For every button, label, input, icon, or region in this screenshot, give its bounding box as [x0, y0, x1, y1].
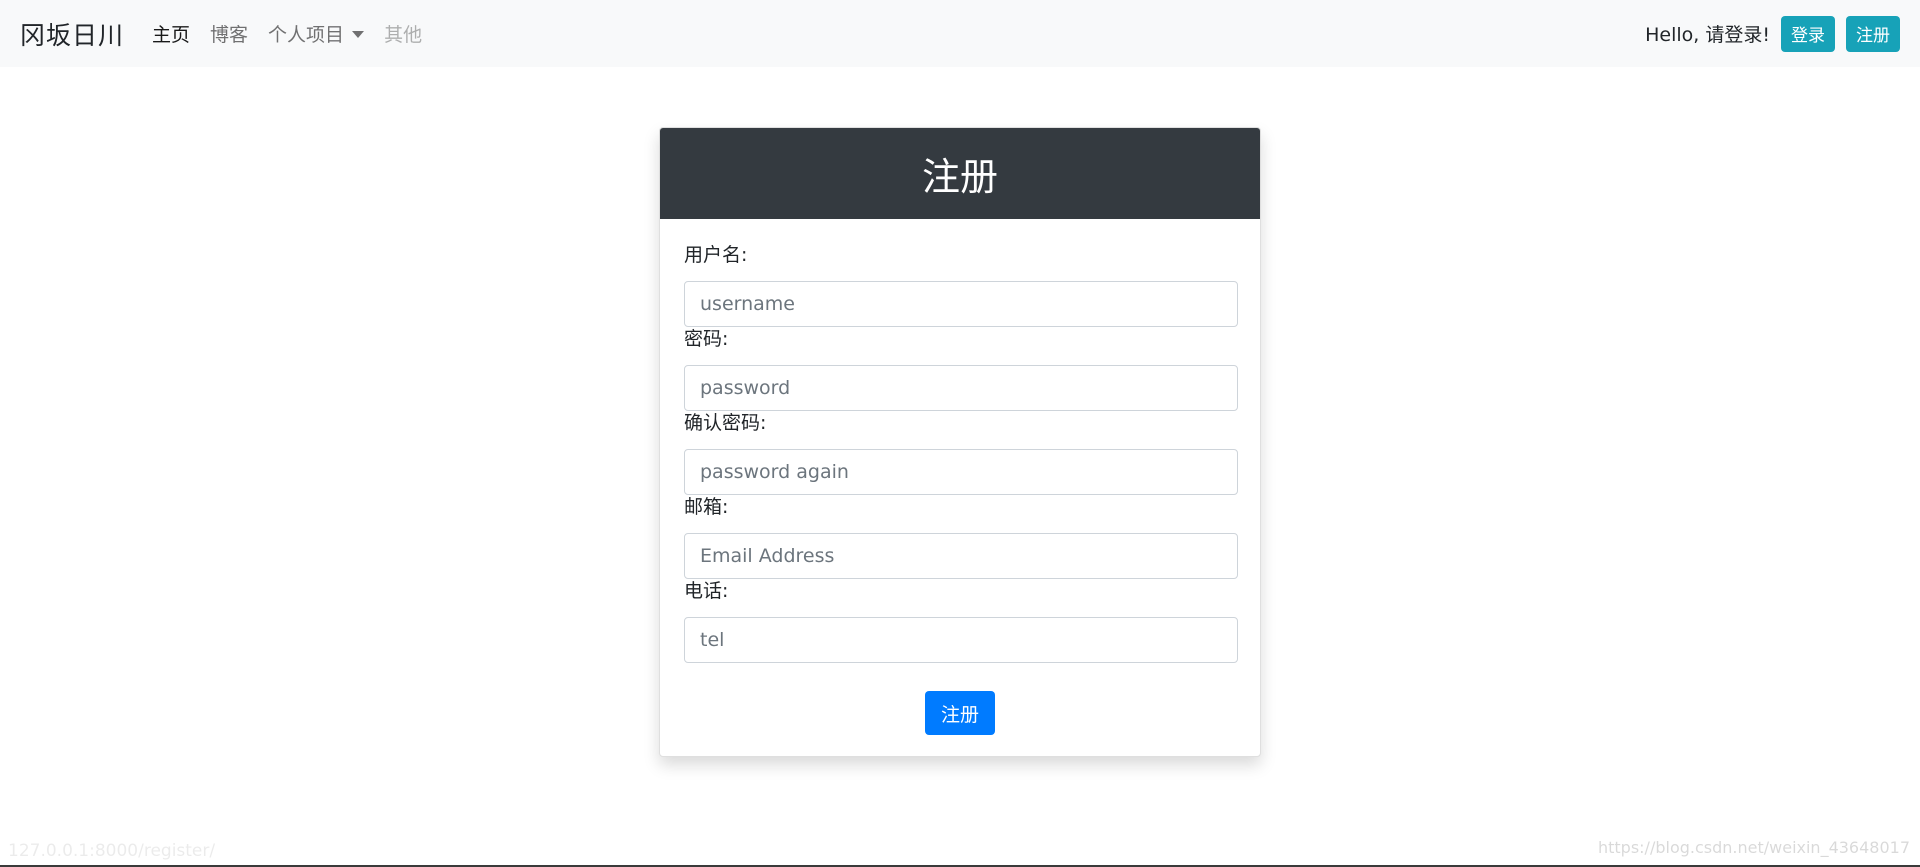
register-submit-button[interactable]: 注册	[924, 691, 995, 735]
nav-projects-label: 个人项目	[268, 24, 345, 46]
watermark-text: https://blog.csdn.net/weixin_43648017	[1597, 838, 1910, 857]
nav-blog-link[interactable]: 博客	[210, 20, 248, 47]
username-label: 用户名:	[684, 244, 748, 266]
password-input[interactable]	[684, 365, 1238, 411]
brand-link[interactable]: 冈坂日川	[20, 16, 124, 52]
nav-right: Hello, 请登录! 登录 注册	[1645, 15, 1900, 52]
register-nav-button[interactable]: 注册	[1846, 15, 1900, 52]
nav-other-link: 其他	[384, 24, 423, 46]
tel-input[interactable]	[684, 617, 1238, 663]
username-group: 用户名:	[684, 243, 1238, 327]
tel-group: 电话:	[684, 579, 1238, 663]
email-group: 邮箱:	[684, 495, 1238, 579]
nav-links: 主页 博客 个人项目 其他	[152, 20, 422, 47]
card-title: 注册	[660, 128, 1260, 219]
confirm-password-input[interactable]	[684, 449, 1238, 495]
chevron-down-icon	[352, 31, 365, 38]
nav-home-link[interactable]: 主页	[152, 20, 190, 47]
confirm-password-group: 确认密码:	[684, 411, 1238, 495]
username-input[interactable]	[684, 281, 1238, 327]
email-input[interactable]	[684, 533, 1238, 579]
status-bar-url: 127.0.0.1:8000/register/	[8, 841, 216, 861]
confirm-password-label: 确认密码:	[684, 412, 767, 434]
tel-label: 电话:	[684, 580, 729, 602]
login-button[interactable]: 登录	[1781, 15, 1835, 52]
greeting-text: Hello, 请登录!	[1645, 24, 1770, 46]
submit-row: 注册	[684, 691, 1236, 735]
top-navbar: 冈坂日川 主页 博客 个人项目 其他 Hello, 请登录! 登录 注册	[0, 0, 1920, 67]
password-label: 密码:	[684, 328, 729, 350]
register-card: 注册 用户名: 密码: 确认密码: 邮箱: 电话: 注册	[659, 127, 1261, 757]
password-group: 密码:	[684, 327, 1238, 411]
email-label: 邮箱:	[684, 496, 729, 518]
register-form: 用户名: 密码: 确认密码: 邮箱: 电话: 注册	[660, 219, 1260, 735]
nav-projects-dropdown[interactable]: 个人项目	[268, 20, 365, 47]
